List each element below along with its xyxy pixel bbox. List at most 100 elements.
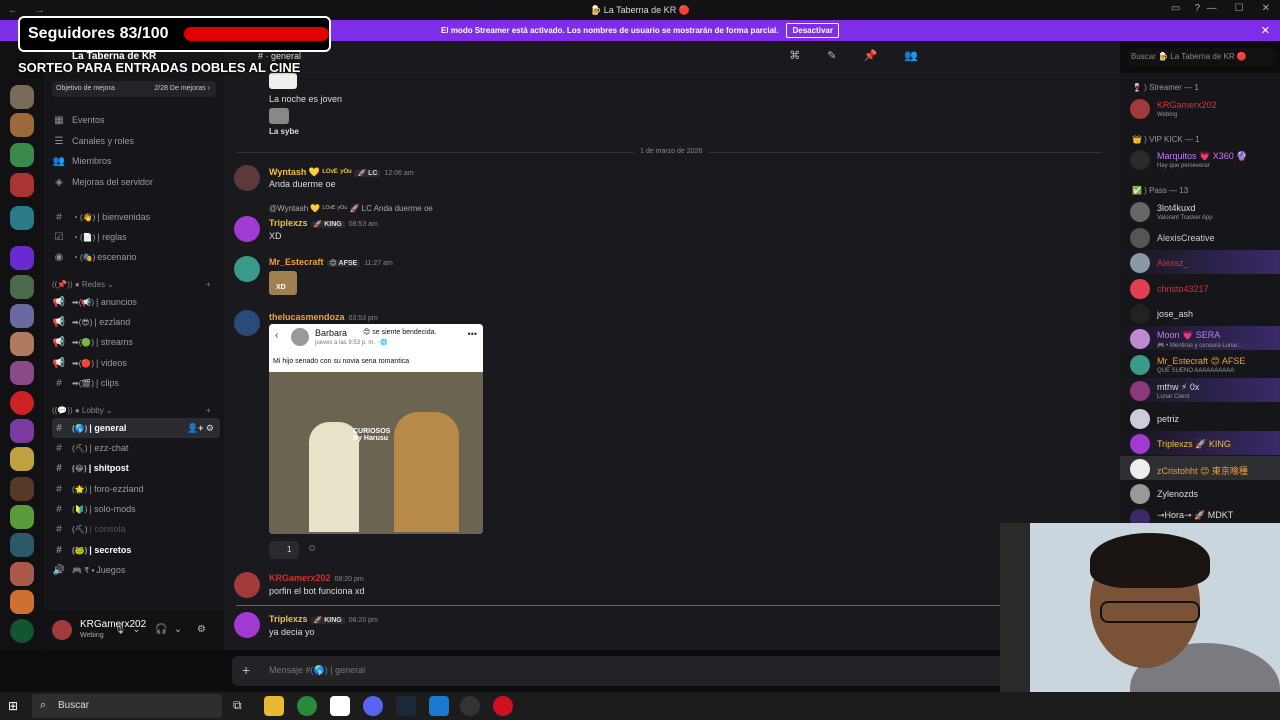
member-item[interactable]: Marquitos 💗 X360 🔮 Hay que perseverar	[1120, 147, 1280, 171]
member-item[interactable]: Moon 💗 SERA 🎮 • Mentiras y censura Lunar…	[1120, 326, 1280, 350]
channel-consola[interactable]: # (⛏) | consola	[52, 519, 220, 539]
sidebar-item-eventos[interactable]: ▦ Eventos	[52, 110, 220, 130]
maximize-icon[interactable]: ☐	[1235, 3, 1244, 14]
member-item[interactable]: Triplexzs 🚀 KING	[1120, 431, 1280, 455]
server-icon[interactable]	[10, 447, 34, 471]
discord-icon[interactable]	[363, 696, 383, 716]
sidebar-item-mejoras[interactable]: ◈ Mejoras del servidor	[52, 172, 220, 192]
channel-ezzland[interactable]: 📢 ➡(😎) | ezzland	[52, 312, 220, 332]
server-icon[interactable]	[10, 113, 34, 137]
member-item[interactable]: Mr_Estecraft 😊 AFSE QUE SUENO AAAAAAAAAA	[1120, 352, 1280, 376]
channel-streams[interactable]: 📢 ➡(🟢) | streams	[52, 332, 220, 352]
member-item[interactable]: petriz	[1120, 406, 1280, 430]
member-item[interactable]: 3lot4kuxd Valorant Tracker App	[1120, 199, 1280, 223]
meme-image[interactable]: ‹ Barbara 😊 se siente bendecida. jueves …	[269, 324, 483, 534]
server-icon[interactable]	[10, 619, 34, 643]
server-icon[interactable]	[10, 173, 34, 197]
channel-settings-icon[interactable]: 👤+ ⚙	[187, 423, 214, 434]
close-banner-icon[interactable]: ✕	[1261, 24, 1270, 37]
message-author[interactable]: La sybe	[269, 127, 299, 136]
channel-shitpost[interactable]: # (😂) | shitpost	[52, 458, 220, 478]
avatar[interactable]	[234, 256, 260, 282]
steam-icon[interactable]	[396, 696, 416, 716]
message-author[interactable]: Triplexzs 🚀 KING 08:20 pm	[269, 614, 378, 624]
add-reaction-icon[interactable]: ☺	[307, 543, 317, 554]
server-icon[interactable]	[10, 477, 34, 501]
server-icon[interactable]	[10, 304, 34, 328]
server-icon[interactable]	[10, 246, 34, 270]
server-icon[interactable]	[10, 361, 34, 385]
reply-preview[interactable]: @Wyntash 💛 ᴸᴼᵛᴱ ʸᴼᵘ 🚀 LC Anda duerme oe	[269, 204, 433, 213]
chrome-icon[interactable]	[297, 696, 317, 716]
channel-videos[interactable]: 📢 ➡(🔴) | videos	[52, 353, 220, 373]
server-icon[interactable]	[10, 590, 34, 614]
minimize-icon[interactable]: —	[1207, 3, 1217, 14]
sidebar-item-miembros[interactable]: 👥 Miembros	[52, 151, 220, 171]
add-channel-icon[interactable]: +	[206, 280, 211, 289]
windows-start-icon[interactable]: ⊞	[8, 699, 18, 713]
message-author[interactable]: Mr_Estecraft 😊 AFSE 11:27 am	[269, 257, 393, 267]
server-icon[interactable]	[10, 332, 34, 356]
close-window-icon[interactable]: ✕	[1262, 3, 1270, 14]
avatar[interactable]	[234, 612, 260, 638]
channel-escenario[interactable]: ◉ ・(🎭) escenario	[52, 247, 220, 267]
category-lobby[interactable]: ((💬)) ● Lobby ⌄ +	[52, 406, 211, 415]
capcut-icon[interactable]	[330, 696, 350, 716]
message-author[interactable]: Triplexzs 🚀 KING 08:53 am	[269, 218, 378, 228]
sidebar-item-canales[interactable]: ☰ Canales y roles	[52, 131, 220, 151]
member-item[interactable]: christo43217	[1120, 276, 1280, 300]
member-item[interactable]: zCristohht 😊 東京喰種	[1120, 456, 1280, 480]
avatar[interactable]	[234, 310, 260, 336]
member-item[interactable]: Alexsz_	[1120, 250, 1280, 274]
opera-icon[interactable]	[493, 696, 513, 716]
channel-solo-mods[interactable]: # (🔰) | solo-mods	[52, 499, 220, 519]
channel-general[interactable]: # (🌎) | general 👤+ ⚙	[52, 418, 220, 438]
channel-juegos[interactable]: 🔊 🎮 ₹ • Juegos	[52, 560, 220, 580]
avatar[interactable]	[234, 572, 260, 598]
boost-goal[interactable]: Objetivo de mejora 2/28 De mejoras ›	[52, 81, 216, 97]
channel-clips[interactable]: # ➡(🎬) | clips	[52, 373, 220, 393]
help-icon[interactable]: ?	[1194, 3, 1200, 14]
inbox-icon[interactable]: ▭	[1171, 3, 1180, 14]
deactivate-button[interactable]: Desactivar	[786, 23, 839, 38]
member-item[interactable]: KRGamerx202 Webing	[1120, 96, 1280, 120]
taskbar-search[interactable]: ⌕ Buscar	[32, 694, 222, 718]
member-item[interactable]: Zylenozds	[1120, 481, 1280, 505]
message-author[interactable]: Wyntash 💛 ᴸᴼᵛᴱ ʸᴼᵘ 🚀 LC 12:06 am	[269, 167, 414, 178]
store-icon[interactable]	[429, 696, 449, 716]
search-input[interactable]: Buscar 🍺 La Taberna de KR 🔴	[1127, 48, 1275, 66]
obs-icon[interactable]	[460, 696, 480, 716]
member-item[interactable]: AlexisCreative	[1120, 225, 1280, 249]
server-icon[interactable]	[10, 143, 34, 167]
avatar[interactable]	[52, 620, 72, 640]
voice-controls[interactable]: 🎙⌄ 🎧⌄ ⚙	[114, 624, 212, 635]
channel-ezz-chat[interactable]: # (⛏) | ezz-chat	[52, 438, 220, 458]
channel-secretos[interactable]: # (🐸) | secretos	[52, 540, 220, 560]
server-icon[interactable]	[10, 562, 34, 586]
file-explorer-icon[interactable]	[264, 696, 284, 716]
attach-plus-icon[interactable]: +	[242, 662, 250, 678]
member-item[interactable]: mthw ⚡ 0x Lunar Client	[1120, 378, 1280, 402]
message-author[interactable]: thelucasmendoza 03:53 pm	[269, 312, 378, 322]
avatar[interactable]	[234, 165, 260, 191]
server-icon[interactable]	[10, 206, 34, 230]
task-view-icon[interactable]: ⧉	[233, 698, 242, 713]
message-author[interactable]: KRGamerx202 08:20 pm	[269, 573, 364, 583]
header-tools[interactable]: ⌘ ✎ 📌 👥	[789, 49, 930, 62]
channel-foro-ezzland[interactable]: # (🌟) | foro-ezzland	[52, 479, 220, 499]
channel-reglas[interactable]: ☑ ・(📄) | reglas	[52, 227, 220, 247]
server-icon[interactable]	[10, 505, 34, 529]
channel-bienvenidas[interactable]: # ・(👋) | bienvenidas	[52, 207, 220, 227]
server-icon[interactable]	[10, 275, 34, 299]
channel-anuncios[interactable]: 📢 ➡(📢) | anuncios	[52, 292, 220, 312]
avatar[interactable]	[234, 216, 260, 242]
server-icon[interactable]	[10, 85, 34, 109]
message-input[interactable]: + Mensaje #(🌎) | general	[232, 656, 1012, 686]
server-icon[interactable]	[10, 419, 34, 443]
member-item[interactable]: jose_ash	[1120, 301, 1280, 325]
server-icon[interactable]	[10, 391, 34, 415]
server-icon[interactable]	[10, 533, 34, 557]
category-redes[interactable]: ((📌)) ● Redes ⌄ +	[52, 280, 211, 289]
reaction-pill[interactable]: 1	[269, 541, 299, 559]
add-channel-icon[interactable]: +	[206, 406, 211, 415]
